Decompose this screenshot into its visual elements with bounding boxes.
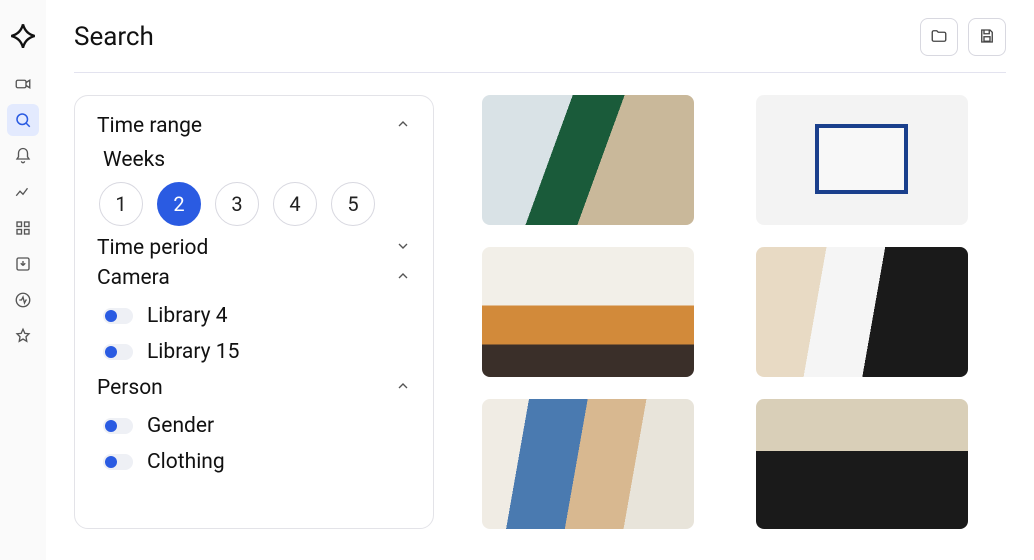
section-label: Camera — [97, 266, 170, 290]
main: Search Time range Weeks — [46, 0, 1034, 560]
filter-panel: Time range Weeks 1 2 3 4 5 Time period — [74, 95, 434, 529]
option-label: Gender — [147, 414, 214, 438]
content: Time range Weeks 1 2 3 4 5 Time period — [74, 95, 1006, 529]
person-options: Gender Clothing — [103, 408, 411, 480]
option-label: Clothing — [147, 450, 225, 474]
nav-star[interactable] — [7, 320, 39, 352]
option-label: Library 4 — [147, 304, 228, 328]
result-thumbnail[interactable] — [482, 399, 694, 529]
nav-download[interactable] — [7, 248, 39, 280]
nav-search[interactable] — [7, 104, 39, 136]
week-chip-1[interactable]: 1 — [99, 182, 143, 226]
chevron-up-icon — [395, 266, 411, 290]
chevron-up-icon — [395, 114, 411, 138]
chevron-up-icon — [395, 376, 411, 400]
section-label: Person — [97, 376, 163, 400]
open-folder-button[interactable] — [920, 18, 958, 56]
chevron-down-icon — [395, 236, 411, 260]
nav-bell[interactable] — [7, 140, 39, 172]
section-person[interactable]: Person — [97, 376, 411, 400]
nav-camera[interactable] — [7, 68, 39, 100]
option-label: Library 15 — [147, 340, 239, 364]
week-chip-2[interactable]: 2 — [157, 182, 201, 226]
result-thumbnail[interactable] — [482, 247, 694, 377]
result-thumbnail[interactable] — [756, 399, 968, 529]
weeks-chips: 1 2 3 4 5 — [99, 182, 411, 226]
person-option: Clothing — [103, 444, 411, 480]
section-label: Time range — [97, 114, 202, 138]
camera-option: Library 15 — [103, 334, 411, 370]
result-thumbnail[interactable] — [756, 95, 968, 225]
week-chip-5[interactable]: 5 — [331, 182, 375, 226]
save-icon — [978, 27, 996, 48]
section-label: Time period — [97, 236, 208, 260]
camera-options: Library 4 Library 15 — [103, 298, 411, 370]
person-option: Gender — [103, 408, 411, 444]
section-time-period[interactable]: Time period — [97, 236, 411, 260]
result-thumbnail[interactable] — [482, 95, 694, 225]
toggle-clothing[interactable] — [103, 454, 133, 470]
page-title: Search — [74, 22, 154, 52]
toggle-gender[interactable] — [103, 418, 133, 434]
section-time-range[interactable]: Time range — [97, 114, 411, 138]
result-thumbnail[interactable] — [756, 247, 968, 377]
toggle-library-4[interactable] — [103, 308, 133, 324]
section-camera[interactable]: Camera — [97, 266, 411, 290]
folder-icon — [930, 27, 948, 48]
camera-option: Library 4 — [103, 298, 411, 334]
sidebar — [0, 0, 46, 560]
nav-analytics[interactable] — [7, 176, 39, 208]
save-button[interactable] — [968, 18, 1006, 56]
nav-grid[interactable] — [7, 212, 39, 244]
results-grid — [482, 95, 1006, 529]
nav-activity[interactable] — [7, 284, 39, 316]
week-chip-4[interactable]: 4 — [273, 182, 317, 226]
toggle-library-15[interactable] — [103, 344, 133, 360]
week-chip-3[interactable]: 3 — [215, 182, 259, 226]
weeks-label: Weeks — [103, 148, 411, 172]
header: Search — [74, 18, 1006, 73]
header-actions — [920, 18, 1006, 56]
app-logo — [9, 22, 37, 50]
